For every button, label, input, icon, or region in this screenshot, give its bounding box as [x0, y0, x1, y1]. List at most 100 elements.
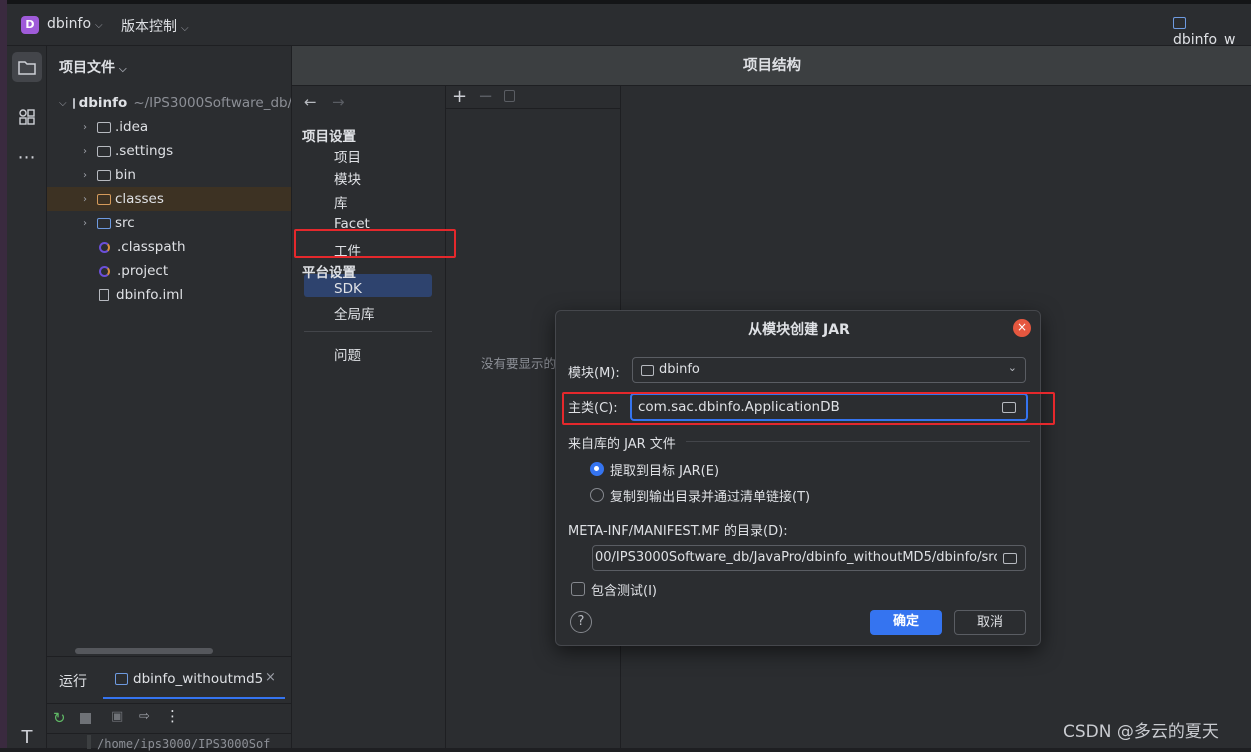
camera-icon[interactable]: ▣: [111, 709, 123, 724]
title-bar: D dbinfo ⌵ 版本控制 ⌵ dbinfo_w: [7, 0, 1251, 48]
chevron-down-icon: ⌵: [95, 20, 103, 31]
tree-item-classes[interactable]: › classes: [47, 187, 291, 211]
chevron-right-icon[interactable]: ›: [79, 194, 91, 205]
eclipse-file-icon: [99, 265, 110, 277]
tree-item-bin[interactable]: › bin: [47, 163, 291, 187]
chevron-down-icon: ⌵: [181, 23, 189, 34]
project-badge[interactable]: D: [21, 16, 39, 34]
manifest-dir-value: 00/IPS3000Software_db/JavaPro/dbinfo_wit…: [595, 550, 997, 565]
chevron-right-icon[interactable]: ›: [79, 122, 91, 133]
eclipse-file-icon: [99, 241, 110, 253]
tree-root[interactable]: ⌵ dbinfo ~/IPS3000Software_db/: [47, 91, 293, 115]
structure-icon: [19, 109, 35, 125]
structure-tool-button[interactable]: [12, 102, 42, 132]
nav-item-problems[interactable]: 问题: [334, 344, 361, 364]
stop-icon[interactable]: [80, 713, 91, 724]
close-icon[interactable]: ×: [265, 670, 276, 685]
more-vertical-icon[interactable]: ⋮: [165, 707, 180, 725]
exit-icon[interactable]: ⇨: [139, 709, 150, 724]
close-icon[interactable]: ×: [1013, 319, 1031, 337]
chevron-down-icon: ⌄: [1007, 361, 1017, 374]
tree-item-src[interactable]: › src: [47, 211, 291, 235]
horizontal-scrollbar[interactable]: [75, 648, 213, 654]
chevron-down-icon: ⌵: [119, 64, 127, 75]
nav-item-sdk[interactable]: SDK: [334, 281, 362, 297]
remove-icon[interactable]: −: [478, 86, 493, 107]
root-path: ~/IPS3000Software_db/: [133, 95, 293, 111]
run-panel-title: 运行: [59, 674, 87, 690]
empty-text: 没有要显示的: [481, 356, 557, 371]
highlight-box: [294, 229, 456, 258]
module-icon: [1173, 17, 1186, 29]
nav-item-global-libraries[interactable]: 全局库: [334, 303, 375, 323]
ok-button[interactable]: 确定: [870, 610, 942, 635]
more-icon[interactable]: ⋯: [12, 142, 42, 172]
rerun-icon[interactable]: ↻: [53, 709, 66, 727]
tree-item-iml[interactable]: dbinfo.iml: [47, 283, 291, 307]
cancel-button[interactable]: 取消: [954, 610, 1026, 635]
platform-settings-heading: 平台设置: [302, 265, 356, 281]
section-divider: [686, 441, 1030, 442]
settings-nav: ← → 项目设置 项目 模块 库 Facet 工件 平台设置 SDK 全局库 问…: [292, 86, 446, 748]
tree-item-label: dbinfo.iml: [116, 287, 184, 303]
forward-arrow-icon[interactable]: →: [332, 93, 345, 111]
nav-item-libraries[interactable]: 库: [334, 192, 348, 212]
run-tab-label: dbinfo_withoutmd5: [133, 671, 264, 687]
highlight-box: [562, 392, 1055, 425]
chevron-down-icon[interactable]: ⌵: [59, 98, 67, 109]
dialog-title: 项目结构: [292, 46, 1251, 86]
tree-item-label: bin: [115, 167, 136, 183]
tree-item-label: .settings: [115, 143, 174, 159]
tree-item-settings[interactable]: › .settings: [47, 139, 291, 163]
chevron-right-icon[interactable]: ›: [79, 146, 91, 157]
back-arrow-icon[interactable]: ←: [304, 93, 317, 111]
tree-item-label: .idea: [115, 119, 149, 135]
project-panel-title-text: 项目文件: [59, 60, 115, 76]
browse-folder-icon[interactable]: [1003, 553, 1017, 564]
run-config-selector[interactable]: dbinfo_w: [1173, 16, 1251, 48]
folder-icon: [97, 121, 111, 133]
run-config-icon: [115, 673, 128, 685]
tree-item-label: src: [115, 215, 135, 231]
tree-item-idea[interactable]: › .idea: [47, 115, 291, 139]
module-label: 模块(M):: [568, 366, 620, 381]
radio-copy[interactable]: [590, 488, 604, 502]
folder-icon: [97, 145, 111, 157]
include-tests-checkbox[interactable]: [571, 582, 585, 596]
tree-item-classpath[interactable]: .classpath: [47, 235, 291, 259]
project-switcher[interactable]: dbinfo ⌵: [47, 16, 103, 32]
watermark: CSDN @多云的夏天: [1063, 722, 1219, 742]
copy-icon[interactable]: [504, 90, 515, 102]
chevron-right-icon[interactable]: ›: [79, 170, 91, 181]
create-jar-dialog: 从模块创建 JAR × 模块(M): dbinfo ⌄ 主类(C): com.s…: [555, 310, 1041, 646]
nav-item-modules[interactable]: 模块: [334, 168, 361, 188]
vcs-label: 版本控制: [121, 19, 177, 35]
dialog-title: 从模块创建 JAR: [748, 322, 850, 338]
console-output: /home/ips3000/IPS3000Sof: [97, 737, 271, 751]
folder-icon: [97, 169, 111, 181]
manifest-dir-field[interactable]: 00/IPS3000Software_db/JavaPro/dbinfo_wit…: [592, 545, 1026, 571]
folder-icon: [97, 193, 111, 205]
radio-extract[interactable]: [590, 462, 604, 476]
tree-item-label: .project: [117, 263, 169, 279]
module-select[interactable]: dbinfo ⌄: [632, 357, 1026, 383]
project-settings-heading: 项目设置: [302, 129, 356, 145]
nav-item-project[interactable]: 项目: [334, 146, 361, 166]
folder-icon: [18, 61, 36, 75]
project-tool-button[interactable]: [12, 52, 42, 82]
project-name: dbinfo: [47, 16, 92, 32]
help-button[interactable]: ?: [570, 611, 592, 633]
vcs-menu[interactable]: 版本控制 ⌵: [121, 16, 189, 36]
include-tests-label: 包含测试(I): [591, 584, 657, 599]
run-panel: 运行 dbinfo_withoutmd5 × ↻ ▣ ⇨ ⋮ /home/ips…: [47, 656, 291, 751]
manifest-label: META-INF/MANIFEST.MF 的目录(D):: [568, 524, 788, 539]
tree-item-label: classes: [115, 191, 164, 207]
window-edge: [0, 0, 7, 748]
file-icon: [99, 289, 109, 301]
tree-item-project[interactable]: .project: [47, 259, 291, 283]
jar-section-heading: 来自库的 JAR 文件: [568, 437, 676, 452]
add-icon[interactable]: +: [452, 86, 467, 107]
project-panel-title[interactable]: 项目文件 ⌵: [59, 57, 127, 77]
run-tab[interactable]: dbinfo_withoutmd5 ×: [103, 663, 285, 699]
chevron-right-icon[interactable]: ›: [79, 218, 91, 229]
